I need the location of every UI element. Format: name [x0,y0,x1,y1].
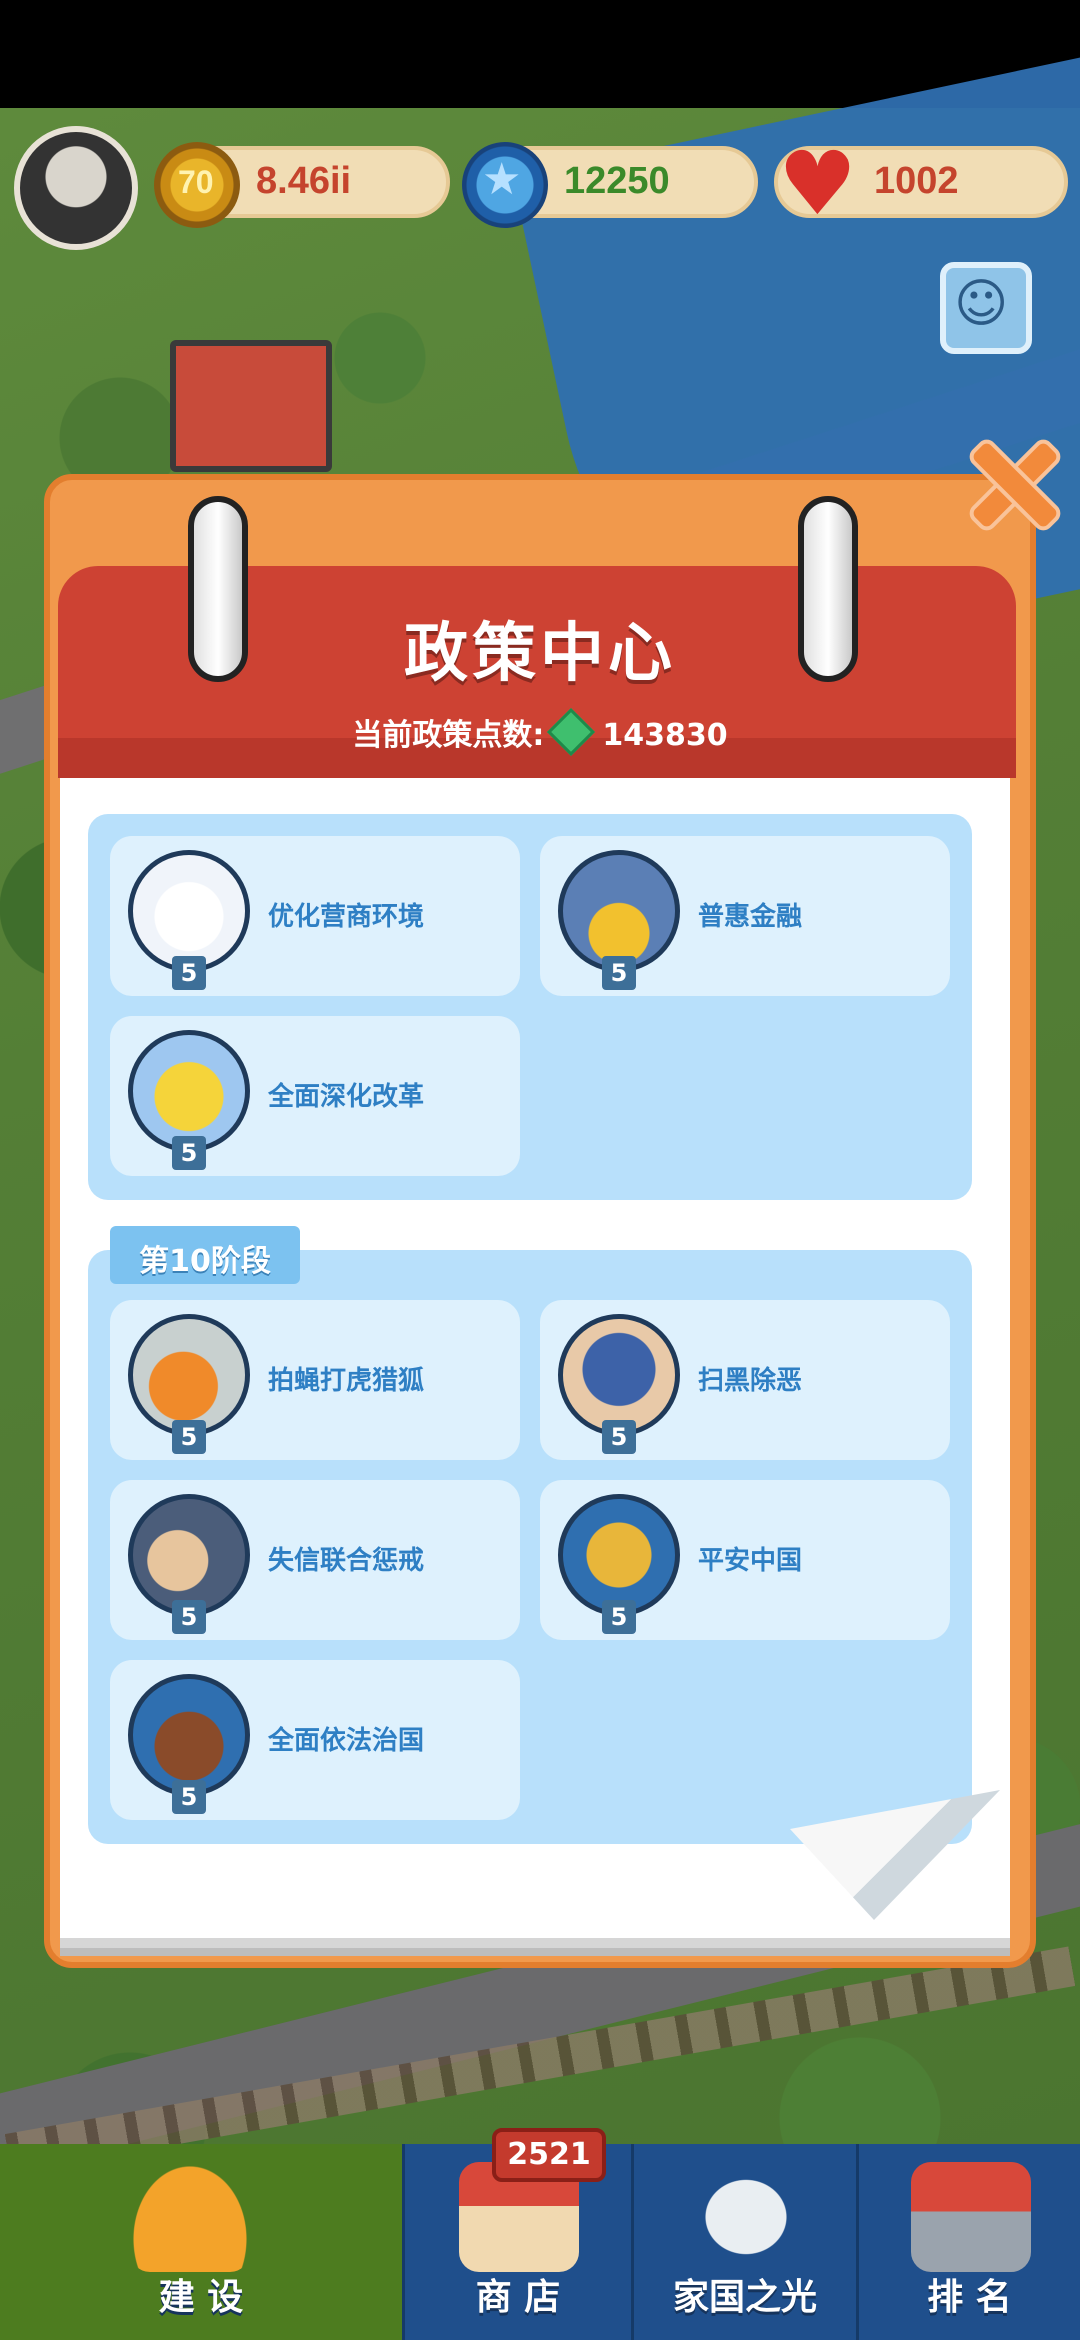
policy-level: 5 [602,1420,636,1454]
policy-name: 扫黑除恶 [698,1366,803,1396]
tab-build[interactable]: 建 设 [0,2144,402,2340]
player-avatar[interactable] [14,126,138,250]
heart-value: 1002 [874,160,959,202]
policy-card-inclusive-finance[interactable]: 5 普惠金融 [540,836,950,996]
policy-level: 5 [172,1136,206,1170]
map-building [170,340,332,472]
gavel-book-icon [128,1674,250,1796]
shop-badge: 2521 [492,2128,606,2182]
star-icon [462,142,548,228]
policy-points: 当前政策点数: 143830 [0,707,1080,757]
star-counter: 12250 [462,142,758,228]
tab-shop-label: 商 店 [475,2277,561,2318]
policy-card-business-env[interactable]: 5 优化营商环境 [110,836,520,996]
star-value: 12250 [564,160,670,202]
policy-level: 5 [602,956,636,990]
policy-name: 普惠金融 [698,902,803,932]
policy-points-label: 当前政策点数: [352,718,545,753]
heart-counter: 1002 [774,132,1068,235]
policy-level: 5 [172,1420,206,1454]
stage-tag: 第10阶段 [110,1226,300,1284]
policy-card-anti-crime[interactable]: 5 扫黑除恶 [540,1300,950,1460]
tab-rank[interactable]: 排 名 [859,2144,1080,2340]
podium-icon [911,2162,1031,2272]
policy-name: 全面深化改革 [268,1082,425,1112]
policy-card-deepen-reform[interactable]: 5 全面深化改革 [110,1016,520,1176]
policy-card-anticorruption[interactable]: 5 拍蝇打虎猎狐 [110,1300,520,1460]
policy-name: 平安中国 [698,1546,803,1576]
policy-card-safe-china[interactable]: 5 平安中国 [540,1480,950,1640]
hardhat-icon [130,2162,250,2272]
tiger-fox-icon [128,1314,250,1436]
policy-name: 拍蝇打虎猎狐 [268,1366,425,1396]
tab-rank-label: 排 名 [927,2277,1012,2318]
policy-card-rule-of-law[interactable]: 5 全面依法治国 [110,1660,520,1820]
coin-value: 8.46ii [256,160,352,202]
wallet-coins-icon [558,850,680,972]
policy-level: 5 [602,1600,636,1634]
policy-level: 5 [172,1600,206,1634]
policy-name: 优化营商环境 [268,902,425,932]
lock-shield-icon [558,1494,680,1616]
modal-title: 政策中心 [404,617,676,691]
heart-icon [772,132,858,235]
policy-level: 5 [172,956,206,990]
tab-homeland[interactable]: 家国之光 [634,2144,856,2340]
tab-build-label: 建 设 [158,2277,244,2318]
coin-icon [154,142,240,228]
stage-label: 第10阶段 [139,1244,271,1279]
close-button[interactable] [960,430,1070,540]
team-button[interactable]: ☺ [940,262,1032,354]
policy-points-value: 143830 [602,718,728,753]
tab-homeland-label: 家国之光 [672,2277,817,2318]
policy-level: 5 [172,1780,206,1814]
reform-sign-icon [128,1030,250,1152]
blacklist-board-icon [128,1494,250,1616]
policy-card-credit-punishment[interactable]: 5 失信联合惩戒 [110,1480,520,1640]
coin-counter: 8.46ii [154,142,450,228]
policy-name: 失信联合惩戒 [268,1546,425,1576]
policy-name: 全面依法治国 [268,1726,425,1756]
gem-icon [547,707,596,757]
police-officer-icon [558,1314,680,1436]
team-icon: ☺ [954,274,1009,334]
rocket-icon [686,2162,806,2272]
document-arrow-icon [128,850,250,972]
